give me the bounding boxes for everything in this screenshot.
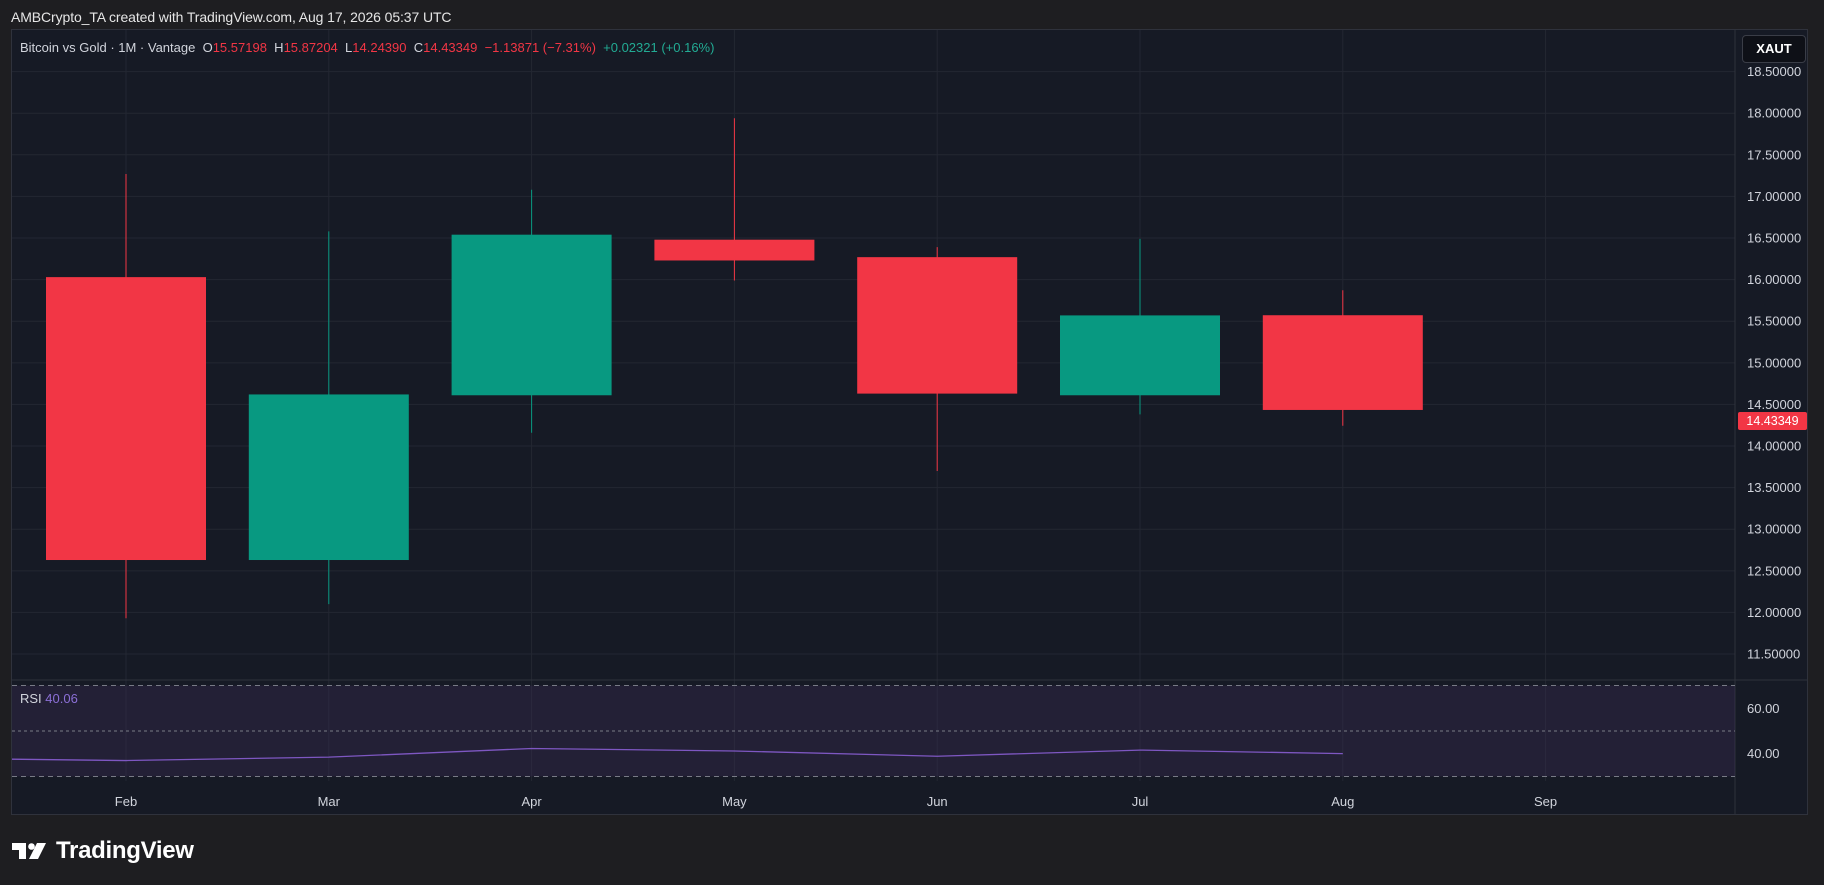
y-tick-label: 17.50000 — [1747, 147, 1801, 162]
legend-high-value: 15.87204 — [283, 40, 338, 55]
candle-body — [46, 277, 206, 561]
y-tick-label: 11.50000 — [1747, 647, 1800, 662]
candle-body — [1262, 315, 1423, 410]
x-tick-label: Mar — [318, 794, 341, 809]
y-tick-label: 17.00000 — [1747, 189, 1801, 204]
price-axis: 11.50000 12.00000 12.50000 13.00000 13.50000… — [1747, 64, 1801, 661]
y-tick-label: 16.00000 — [1747, 272, 1801, 287]
legend-open-label: O — [202, 40, 213, 55]
symbol-button[interactable]: XAUT — [1742, 35, 1806, 63]
candle-body — [1060, 315, 1220, 396]
y-tick-label: 12.50000 — [1747, 563, 1801, 578]
y-tick-label: 14.50000 — [1747, 397, 1801, 412]
x-tick-label: May — [722, 794, 747, 809]
x-tick-label: Apr — [521, 794, 542, 809]
rsi-value: 40.06 — [45, 691, 78, 706]
y-tick-label: 14.00000 — [1747, 439, 1801, 454]
x-tick-label: Sep — [1534, 794, 1557, 809]
chart-screenshot: AMBCrypto_TA created with TradingView.co… — [0, 0, 1824, 885]
legend-change: −1.13871 (−7.31%) — [484, 40, 596, 55]
x-tick-label: Jun — [927, 794, 948, 809]
legend-open-value: 15.57198 — [212, 40, 267, 55]
tradingview-logo-icon — [12, 843, 46, 859]
legend-high-label: H — [274, 40, 284, 55]
candle-body — [654, 239, 815, 261]
legend-secondary-change: +0.02321 (+0.16%) — [603, 40, 715, 55]
x-tick-label: Feb — [115, 794, 137, 809]
x-tick-label: Aug — [1331, 794, 1354, 809]
legend-title: Bitcoin vs Gold · 1M · Vantage — [20, 40, 196, 55]
y-tick-label: 15.50000 — [1747, 314, 1801, 329]
y-tick-label: 16.50000 — [1747, 231, 1801, 246]
candle — [1262, 290, 1423, 426]
candle — [451, 189, 612, 433]
legend-close-label: C — [413, 40, 424, 55]
rsi-tick-label: 40.00 — [1747, 746, 1780, 761]
chart-legend: Bitcoin vs Gold · 1M · Vantage O15.57198… — [20, 40, 714, 55]
rsi-pane: 40.00 60.00 — [11, 685, 1780, 777]
y-tick-label: 12.00000 — [1747, 605, 1801, 620]
candle — [857, 247, 1018, 471]
candle — [46, 173, 206, 619]
tradingview-branding[interactable]: TradingView — [12, 837, 194, 865]
candle-body — [451, 234, 612, 396]
y-tick-label: 18.50000 — [1747, 64, 1801, 79]
y-tick-label: 13.50000 — [1747, 480, 1801, 495]
y-tick-label: 18.00000 — [1747, 106, 1801, 121]
legend-close-value: 14.43349 — [423, 40, 478, 55]
last-price-label: 14.43349 — [1738, 412, 1807, 430]
x-tick-label: Jul — [1132, 794, 1149, 809]
tradingview-brand-name: TradingView — [56, 837, 194, 864]
rsi-tick-label: 60.00 — [1747, 701, 1780, 716]
candle-body — [857, 257, 1018, 394]
legend-low-value: 14.24390 — [352, 40, 407, 55]
y-tick-label: 13.00000 — [1747, 522, 1801, 537]
candle-body — [248, 394, 409, 561]
candle — [1060, 238, 1220, 415]
y-tick-label: 15.00000 — [1747, 355, 1801, 370]
candle — [248, 231, 409, 605]
time-axis: Feb Mar Apr May Jun Jul Aug Sep — [115, 794, 1557, 809]
chart-canvas[interactable]: 40.00 60.00 11.50000 12.00000 12.50000 13.00… — [0, 0, 1824, 885]
rsi-legend: RSI 40.06 — [20, 691, 78, 706]
rsi-label: RSI — [20, 691, 42, 706]
candle — [654, 118, 815, 281]
